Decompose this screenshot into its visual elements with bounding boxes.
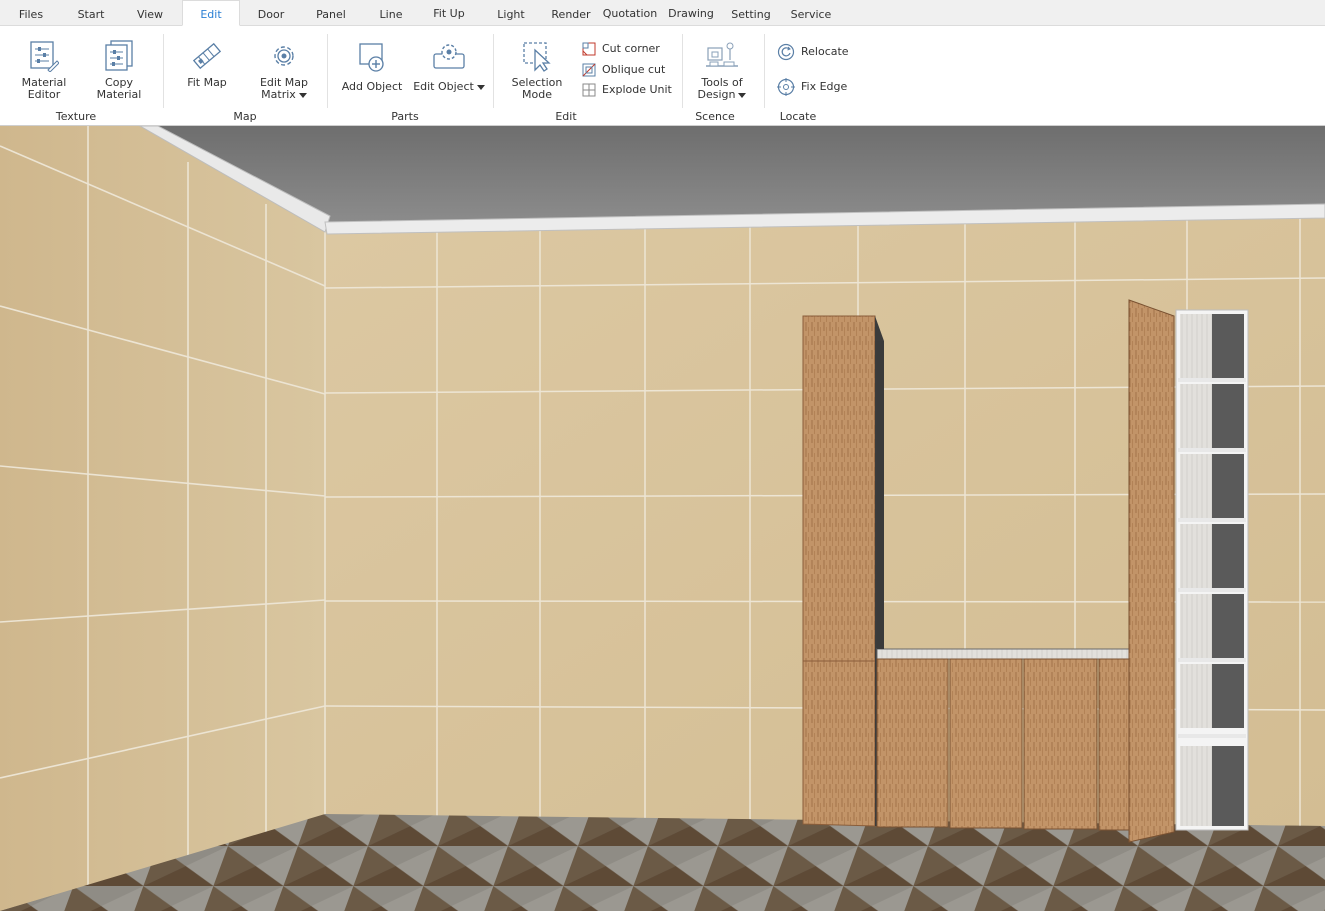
group-label-texture: Texture <box>55 110 97 123</box>
group-separator <box>764 34 765 108</box>
tab-panel[interactable]: Panel <box>310 0 352 26</box>
gear-icon <box>274 46 294 66</box>
tab-view[interactable]: View <box>131 0 169 26</box>
chevron-down-icon <box>738 92 747 98</box>
group-label-edit: Edit <box>555 110 577 123</box>
group-separator <box>493 34 494 108</box>
fit-map-label: Fit Map <box>187 76 227 89</box>
group-label-parts: Parts <box>391 110 419 123</box>
fix-edge-label: Fix Edge <box>801 80 848 93</box>
tools-of-design-button[interactable]: Tools of Design <box>690 40 754 101</box>
copy-material-button[interactable]: Copy Material <box>89 40 149 101</box>
tab-files[interactable]: Files <box>12 0 50 26</box>
material-editor-icon <box>30 41 59 72</box>
edit-object-icon <box>433 44 465 69</box>
cut-corner-icon <box>582 42 596 56</box>
edit-object-label: Edit Object <box>413 81 485 93</box>
tab-render[interactable]: Render <box>547 0 595 26</box>
relocate-icon <box>777 43 795 61</box>
lower-cabinet-doors <box>876 658 1130 831</box>
explode-unit-icon <box>582 83 596 97</box>
room-scene <box>0 126 1325 911</box>
tab-start[interactable]: Start <box>72 0 110 26</box>
relocate-label: Relocate <box>801 45 849 58</box>
edit-map-matrix-button[interactable]: Edit Map Matrix <box>252 40 316 101</box>
3d-scene-viewport[interactable] <box>0 126 1325 911</box>
cut-corner-label: Cut corner <box>602 42 660 55</box>
cut-corner-button[interactable]: Cut corner <box>582 40 660 58</box>
selection-mode-button[interactable]: Selection Mode <box>505 40 569 101</box>
explode-unit-label: Explode Unit <box>602 83 672 96</box>
group-separator <box>682 34 683 108</box>
cabinet-recess <box>877 341 884 649</box>
selection-mode-label-2: Mode <box>522 88 552 101</box>
oblique-cut-label: Oblique cut <box>602 63 666 76</box>
edit-object-button[interactable]: Edit Object <box>413 40 485 93</box>
tab-service[interactable]: Service <box>789 0 833 26</box>
group-separator <box>327 34 328 108</box>
fix-edge-button[interactable]: Fix Edge <box>777 78 847 96</box>
tab-quotation[interactable]: Quotation <box>602 0 658 26</box>
open-shelf-compartments <box>1180 314 1244 826</box>
chevron-down-icon <box>476 84 485 90</box>
copy-material-label-2: Material <box>96 88 142 101</box>
explode-unit-button[interactable]: Explode Unit <box>582 81 672 99</box>
material-editor-button[interactable]: Material Editor <box>14 40 74 101</box>
add-object-button[interactable]: Add Object <box>338 40 406 93</box>
group-label-locate: Locate <box>779 110 817 123</box>
tab-setting[interactable]: Setting <box>728 0 774 26</box>
oblique-cut-icon <box>582 63 596 77</box>
tab-light[interactable]: Light <box>492 0 530 26</box>
relocate-button[interactable]: Relocate <box>777 43 849 61</box>
copy-material-icon <box>105 40 133 71</box>
material-editor-label-2: Editor <box>27 88 61 101</box>
open-cabinet-door <box>1128 299 1175 843</box>
add-object-label: Add Object <box>341 80 403 93</box>
add-object-icon <box>359 43 384 72</box>
lower-cabinet-counter <box>876 648 1131 660</box>
left-wall <box>0 126 325 911</box>
fit-map-icon <box>192 42 222 70</box>
tab-fit-up[interactable]: Fit Up <box>428 0 470 26</box>
group-separator <box>163 34 164 108</box>
oblique-cut-button[interactable]: Oblique cut <box>582 61 665 79</box>
design-tools-icon <box>706 42 738 67</box>
tools-of-design-label-2: Design <box>690 89 754 101</box>
fit-map-button[interactable]: Fit Map <box>178 40 236 89</box>
group-label-scence: Scence <box>695 110 735 123</box>
tab-line[interactable]: Line <box>374 0 408 26</box>
tall-cabinet-left <box>802 315 876 827</box>
cursor-icon <box>523 42 551 72</box>
tab-drawing[interactable]: Drawing <box>668 0 714 26</box>
ribbon-tab-bar: Files Start View Edit Door Panel Line Fi… <box>0 0 1325 26</box>
tab-door[interactable]: Door <box>252 0 290 26</box>
tab-edit[interactable]: Edit <box>182 0 240 26</box>
edit-map-matrix-label-2: Matrix <box>252 89 316 101</box>
chevron-down-icon <box>298 92 307 98</box>
group-label-map: Map <box>233 110 257 123</box>
crosshair-icon <box>777 78 795 96</box>
